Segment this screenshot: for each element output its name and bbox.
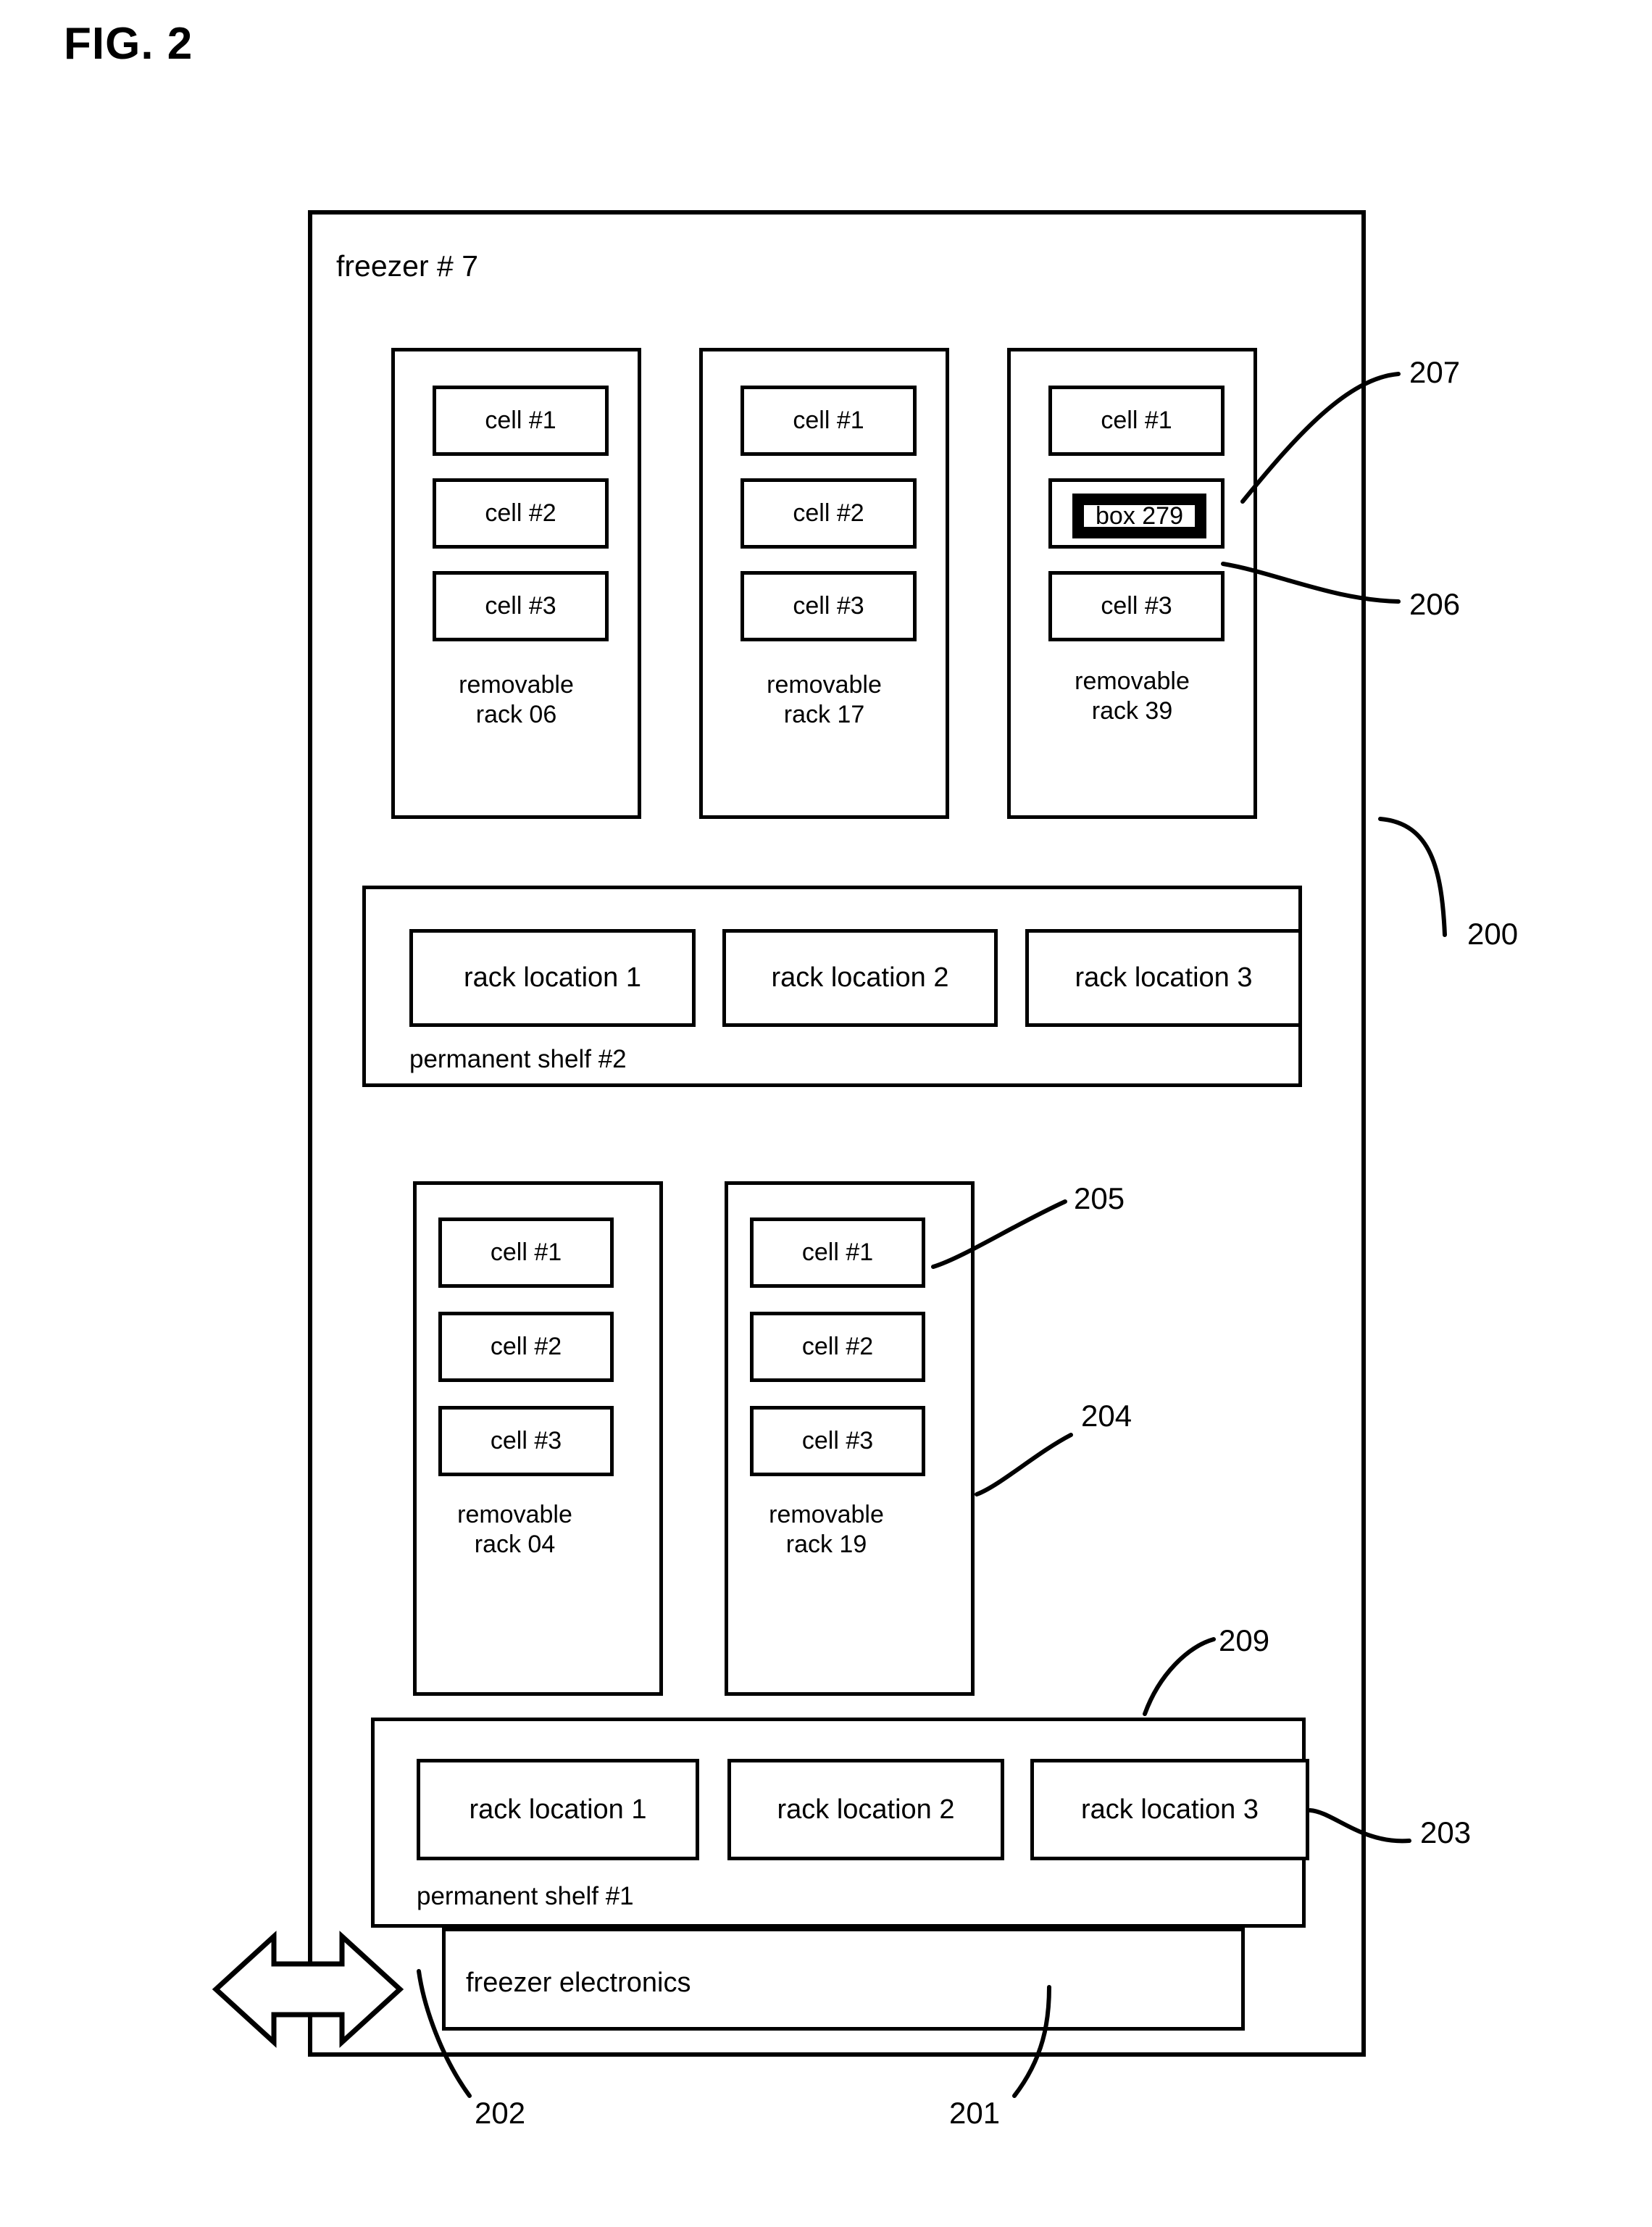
rack-19-cell-2[interactable]: cell #2 (750, 1312, 925, 1382)
reference-numeral-200: 200 (1467, 917, 1519, 951)
rack-19-cell-3[interactable]: cell #3 (750, 1406, 925, 1476)
rack-06-cell-3[interactable]: cell #3 (433, 571, 609, 641)
rack-17-caption-line2: rack 17 (783, 701, 865, 729)
reference-numeral-203: 203 (1420, 1815, 1472, 1849)
rack-17-cell-3[interactable]: cell #3 (741, 571, 917, 641)
rack-19-caption-line1: removable (769, 1501, 884, 1528)
reference-numeral-209: 209 (1219, 1623, 1270, 1657)
shelf-1-rack-location-2[interactable]: rack location 2 (727, 1759, 1004, 1860)
reference-numeral-201: 201 (949, 2096, 1001, 2130)
rack-17-cell-2[interactable]: cell #2 (741, 478, 917, 549)
box-279-label: box 279 (1082, 502, 1197, 530)
box-279[interactable]: box 279 (1072, 494, 1206, 538)
freezer-electronics-label: freezer electronics (466, 1968, 691, 1998)
removable-rack-04[interactable]: cell #1 cell #2 cell #3 removable rack 0… (413, 1181, 663, 1696)
rack-17-cell-1[interactable]: cell #1 (741, 386, 917, 456)
shelf-1-rack-location-3[interactable]: rack location 3 (1030, 1759, 1309, 1860)
shelf-2-caption: permanent shelf #2 (409, 1045, 627, 1073)
freezer-electronics-box[interactable]: freezer electronics (442, 1928, 1245, 2031)
reference-numeral-206: 206 (1409, 587, 1461, 621)
rack-39-caption-line1: removable (1075, 667, 1190, 695)
rack-04-cell-3[interactable]: cell #3 (438, 1406, 614, 1476)
leader-200 (1378, 817, 1447, 937)
rack-39-cell-1[interactable]: cell #1 (1048, 386, 1225, 456)
shelf-2-rack-location-1[interactable]: rack location 1 (409, 929, 696, 1027)
shelf-1-rack-location-1[interactable]: rack location 1 (417, 1759, 699, 1860)
rack-19-cell-1[interactable]: cell #1 (750, 1217, 925, 1288)
rack-06-cell-2[interactable]: cell #2 (433, 478, 609, 549)
removable-rack-17[interactable]: cell #1 cell #2 cell #3 removable rack 1… (699, 348, 949, 819)
rack-04-caption-line2: rack 04 (474, 1531, 556, 1559)
removable-rack-06[interactable]: cell #1 cell #2 cell #3 removable rack 0… (391, 348, 641, 819)
rack-19-caption-line2: rack 19 (785, 1531, 867, 1559)
removable-rack-39[interactable]: cell #1 box 279 cell #3 removable rack 3… (1007, 348, 1257, 819)
shelf-2-rack-location-3[interactable]: rack location 3 (1025, 929, 1302, 1027)
rack-04-cell-2[interactable]: cell #2 (438, 1312, 614, 1382)
reference-numeral-204: 204 (1081, 1399, 1132, 1433)
rack-39-cell-2[interactable]: box 279 (1048, 478, 1225, 549)
rack-39-cell-3[interactable]: cell #3 (1048, 571, 1225, 641)
shelf-1-caption: permanent shelf #1 (417, 1882, 634, 1910)
reference-numeral-205: 205 (1074, 1181, 1125, 1215)
rack-04-cell-1[interactable]: cell #1 (438, 1217, 614, 1288)
rack-17-caption-line1: removable (767, 671, 882, 699)
freezer-label: freezer # 7 (336, 249, 478, 283)
rack-06-caption-line2: rack 06 (475, 701, 557, 729)
removable-rack-19[interactable]: cell #1 cell #2 cell #3 removable rack 1… (725, 1181, 975, 1696)
reference-numeral-207: 207 (1409, 355, 1461, 389)
figure-title: FIG. 2 (64, 19, 193, 69)
permanent-shelf-1[interactable]: rack location 1 rack location 2 rack loc… (371, 1718, 1309, 1928)
reference-numeral-202: 202 (475, 2096, 526, 2130)
rack-06-cell-1[interactable]: cell #1 (433, 386, 609, 456)
rack-04-caption-line1: removable (457, 1501, 572, 1528)
rack-39-caption-line2: rack 39 (1091, 697, 1173, 725)
rack-06-caption-line1: removable (459, 671, 574, 699)
permanent-shelf-2[interactable]: rack location 1 rack location 2 rack loc… (362, 886, 1302, 1087)
shelf-2-rack-location-2[interactable]: rack location 2 (722, 929, 998, 1027)
